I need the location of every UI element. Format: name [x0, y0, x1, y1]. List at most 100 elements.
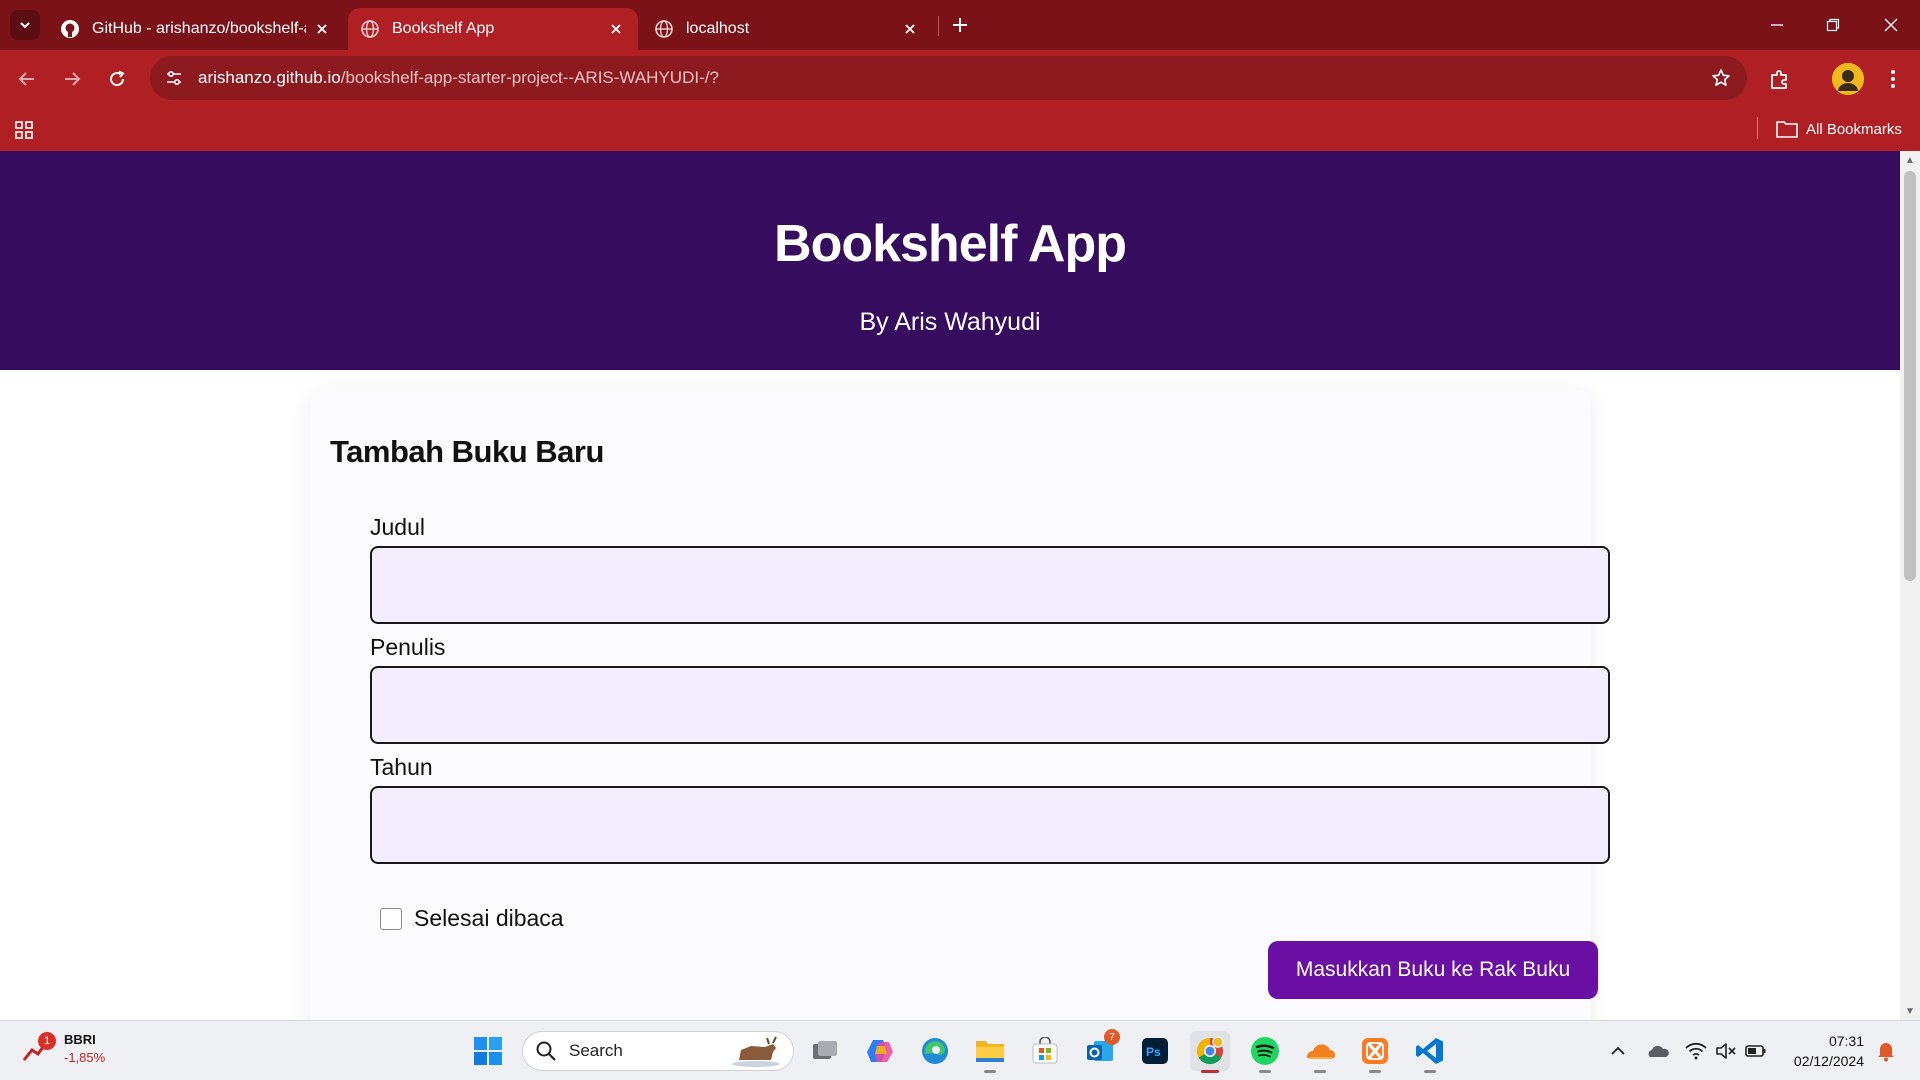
- close-window-button[interactable]: [1876, 10, 1906, 40]
- page-scrollbar[interactable]: ▲ ▼: [1900, 151, 1920, 1020]
- bookmark-star-icon[interactable]: [1709, 66, 1733, 90]
- tab-search-button[interactable]: [10, 10, 40, 40]
- close-tab-icon[interactable]: [606, 19, 626, 39]
- form-heading: Tambah Buku Baru: [330, 434, 604, 469]
- globe-icon: [360, 19, 380, 39]
- volume-button[interactable]: [1714, 1039, 1738, 1063]
- profile-avatar[interactable]: [1832, 63, 1864, 95]
- year-label: Tahun: [370, 754, 433, 780]
- file-explorer-button[interactable]: [970, 1031, 1010, 1073]
- onedrive-button[interactable]: [1646, 1039, 1670, 1063]
- site-settings-icon[interactable]: [162, 66, 186, 90]
- taskbar-search[interactable]: Search: [522, 1031, 794, 1071]
- task-view-button[interactable]: [805, 1031, 845, 1071]
- tab-strip: GitHub - arishanzo/bookshelf-a Bookshelf…: [0, 0, 1920, 50]
- copilot-icon: [867, 1040, 893, 1062]
- apps-grid-icon[interactable]: [12, 118, 36, 142]
- cloudflare-button[interactable]: [1300, 1031, 1340, 1073]
- minimize-button[interactable]: [1762, 10, 1792, 40]
- author-input[interactable]: [370, 666, 1610, 744]
- forward-button[interactable]: [57, 64, 87, 94]
- tab-bookshelf-app[interactable]: Bookshelf App: [348, 8, 638, 50]
- xampp-icon: [1362, 1038, 1388, 1064]
- battery-icon: [1745, 1045, 1766, 1057]
- close-tab-icon[interactable]: [312, 19, 332, 39]
- app-header: Bookshelf App By Aris Wahyudi: [0, 151, 1900, 370]
- complete-checkbox-row[interactable]: Selesai dibaca: [380, 905, 564, 932]
- arrow-right-icon: [65, 72, 81, 86]
- cloud-icon: [1648, 1045, 1669, 1057]
- clock-time: 07:31: [1828, 1033, 1864, 1049]
- clock-date: 02/12/2024: [1793, 1053, 1864, 1069]
- minimize-icon: [1771, 24, 1783, 26]
- plus-icon: [953, 18, 967, 32]
- complete-checkbox[interactable]: [380, 907, 402, 930]
- complete-label: Selesai dibaca: [414, 905, 564, 931]
- spotify-button[interactable]: [1245, 1031, 1285, 1073]
- scroll-up-icon[interactable]: ▲: [1905, 155, 1915, 166]
- edge-icon: [922, 1038, 948, 1064]
- stock-change: -1,85%: [64, 1050, 106, 1065]
- vscode-icon: [1416, 1038, 1443, 1064]
- restore-icon: [1826, 18, 1840, 32]
- cloudflare-icon: [1306, 1044, 1335, 1059]
- browser-menu-button[interactable]: [1878, 64, 1908, 94]
- bookmarks-bar: All Bookmarks: [0, 108, 1920, 151]
- volume-muted-icon: [1716, 1043, 1736, 1059]
- title-label: Judul: [370, 514, 425, 540]
- all-bookmarks-label: All Bookmarks: [1806, 120, 1902, 138]
- photoshop-button[interactable]: Ps: [1135, 1031, 1175, 1071]
- close-tab-icon[interactable]: [900, 19, 920, 39]
- year-input[interactable]: [370, 786, 1610, 864]
- bookmarks-divider: [1757, 117, 1758, 139]
- tab-github[interactable]: GitHub - arishanzo/bookshelf-a: [48, 8, 344, 50]
- show-hidden-icons-button[interactable]: [1606, 1039, 1630, 1063]
- edge-button[interactable]: [915, 1031, 955, 1071]
- puzzle-icon: [1771, 70, 1787, 89]
- svg-text:Ps: Ps: [1146, 1045, 1161, 1059]
- windows-logo-icon: [474, 1037, 502, 1065]
- reload-icon: [110, 70, 125, 87]
- copilot-button[interactable]: [860, 1031, 900, 1071]
- back-button[interactable]: [12, 64, 42, 94]
- xampp-button[interactable]: [1355, 1031, 1395, 1073]
- scroll-down-icon[interactable]: ▼: [1905, 1006, 1915, 1017]
- address-bar[interactable]: arishanzo.github.io/bookshelf-app-starte…: [150, 56, 1747, 100]
- spotify-icon: [1251, 1037, 1279, 1065]
- battery-button[interactable]: [1744, 1039, 1768, 1063]
- arrow-left-icon: [18, 72, 34, 86]
- store-button[interactable]: [1025, 1031, 1065, 1071]
- chrome-icon: [1196, 1036, 1224, 1065]
- search-highlight-icon: [732, 1036, 780, 1067]
- stock-widget[interactable]: 1 BBRI -1,85%: [22, 1031, 105, 1067]
- notifications-button[interactable]: [1874, 1039, 1898, 1063]
- restore-button[interactable]: [1818, 10, 1848, 40]
- outlook-badge: 7: [1104, 1029, 1120, 1045]
- user-avatar-icon: [1832, 63, 1864, 95]
- vscode-button[interactable]: [1410, 1031, 1450, 1073]
- extensions-button[interactable]: [1765, 64, 1795, 94]
- start-button[interactable]: [473, 1036, 503, 1066]
- all-bookmarks-button[interactable]: All Bookmarks: [1776, 117, 1902, 141]
- tab-localhost[interactable]: localhost: [642, 8, 932, 50]
- chevron-down-icon: [20, 22, 30, 29]
- tab-separator: [938, 16, 939, 36]
- close-icon: [1884, 18, 1898, 32]
- system-clock[interactable]: 07:31 02/12/2024: [1784, 1031, 1864, 1071]
- bell-icon: [1878, 1043, 1894, 1062]
- reload-button[interactable]: [102, 64, 132, 94]
- taskbar: 1 BBRI -1,85% Search 7 Ps 07:31 02/12/20…: [0, 1020, 1920, 1080]
- app-subtitle: By Aris Wahyudi: [859, 308, 1041, 336]
- file-explorer-icon: [976, 1041, 1004, 1062]
- search-placeholder: Search: [569, 1041, 623, 1060]
- title-input[interactable]: [370, 546, 1610, 624]
- scrollbar-thumb[interactable]: [1904, 171, 1916, 581]
- wifi-icon: [1685, 1042, 1707, 1060]
- outlook-button[interactable]: 7: [1080, 1029, 1120, 1071]
- page-viewport: Bookshelf App By Aris Wahyudi Tambah Buk…: [0, 151, 1900, 1020]
- task-view-icon: [813, 1041, 837, 1059]
- chrome-button[interactable]: [1190, 1031, 1230, 1073]
- submit-book-button[interactable]: Masukkan Buku ke Rak Buku: [1268, 941, 1598, 999]
- wifi-button[interactable]: [1684, 1039, 1708, 1063]
- new-tab-button[interactable]: [948, 13, 972, 37]
